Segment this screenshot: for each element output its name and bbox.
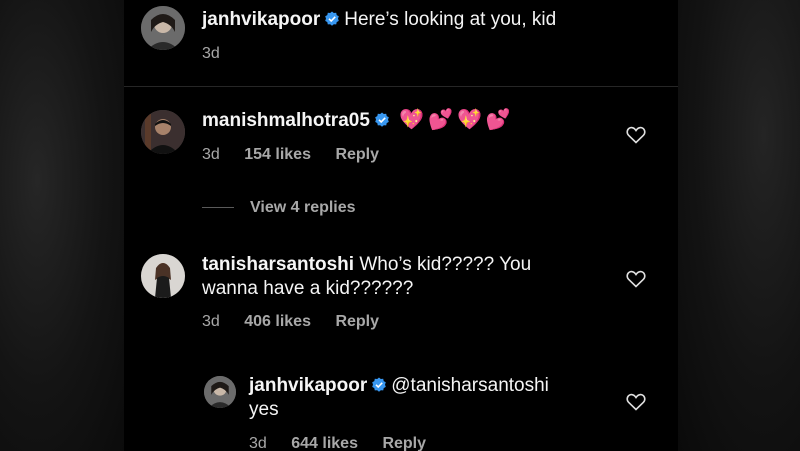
comment-text-row: manishmalhotra05 💖 💕 💖 💕 bbox=[202, 108, 515, 133]
likes-count[interactable]: 406 likes bbox=[244, 313, 311, 330]
view-replies-dash bbox=[202, 207, 234, 209]
username[interactable]: janhvikapoor bbox=[249, 375, 367, 396]
comment-text-row-2: yes bbox=[249, 398, 279, 422]
avatar-manishmalhotra05-image bbox=[141, 110, 185, 154]
verified-badge-icon bbox=[325, 11, 340, 26]
screenshot-frame: janhvikapoor Here’s looking at you, kid 3… bbox=[0, 0, 800, 451]
heart-outline-icon[interactable] bbox=[626, 126, 646, 144]
caption-divider bbox=[124, 86, 678, 87]
comment-text: yes bbox=[249, 399, 279, 420]
view-replies-label: View 4 replies bbox=[250, 199, 356, 216]
reply-button[interactable]: Reply bbox=[335, 313, 379, 330]
comment-text-row: janhvikapoor @tanisharsantoshi bbox=[249, 374, 549, 398]
avatar[interactable] bbox=[141, 254, 185, 298]
blurred-background-left bbox=[0, 0, 124, 451]
timestamp: 3d bbox=[202, 313, 220, 330]
avatar[interactable] bbox=[204, 376, 236, 408]
username[interactable]: tanisharsantoshi bbox=[202, 254, 354, 275]
two-hearts-emoji: 💕 bbox=[428, 109, 453, 131]
reply-button[interactable]: Reply bbox=[335, 146, 379, 163]
timestamp: 3d bbox=[249, 435, 267, 451]
sparkling-heart-emoji: 💖 bbox=[457, 109, 482, 131]
avatar[interactable] bbox=[141, 110, 185, 154]
username[interactable]: manishmalhotra05 bbox=[202, 110, 370, 131]
timestamp: 3d bbox=[202, 45, 220, 62]
likes-count[interactable]: 154 likes bbox=[244, 146, 311, 163]
likes-count[interactable]: 644 likes bbox=[291, 435, 358, 451]
comment-meta: 3d 406 likes Reply bbox=[202, 312, 399, 332]
verified-badge-icon bbox=[372, 377, 387, 392]
blurred-background-right bbox=[678, 0, 800, 451]
comment-meta: 3d bbox=[202, 44, 240, 64]
reply-button[interactable]: Reply bbox=[382, 435, 426, 451]
comment-meta: 3d 644 likes Reply bbox=[249, 434, 446, 451]
comment-text-row-2: wanna have a kid?????? bbox=[202, 277, 413, 301]
mention-link[interactable]: @tanisharsantoshi bbox=[391, 375, 549, 396]
comment-meta: 3d 154 likes Reply bbox=[202, 145, 399, 165]
avatar-janhvikapoor-image bbox=[204, 376, 236, 408]
comment-text: wanna have a kid?????? bbox=[202, 278, 414, 299]
two-hearts-emoji: 💕 bbox=[485, 109, 511, 131]
comments-panel: janhvikapoor Here’s looking at you, kid 3… bbox=[124, 0, 678, 451]
username[interactable]: janhvikapoor bbox=[202, 9, 320, 30]
heart-outline-icon[interactable] bbox=[626, 270, 646, 288]
comment-text-row: janhvikapoor Here’s looking at you, kid bbox=[202, 8, 556, 32]
avatar-janhvikapoor-image bbox=[141, 6, 185, 50]
heart-outline-icon[interactable] bbox=[626, 393, 646, 411]
view-replies-button[interactable]: View 4 replies bbox=[202, 198, 356, 218]
verified-badge-icon bbox=[375, 112, 389, 127]
avatar-tanisharsantoshi-image bbox=[141, 254, 185, 298]
comment-text-row: tanisharsantoshi Who’s kid????? You bbox=[202, 253, 531, 277]
comment-text: Here’s looking at you, kid bbox=[344, 9, 557, 30]
comment-text: Who’s kid????? You bbox=[359, 254, 532, 275]
timestamp: 3d bbox=[202, 146, 220, 163]
avatar[interactable] bbox=[141, 6, 185, 50]
sparkling-heart-emoji: 💖 bbox=[399, 109, 425, 131]
